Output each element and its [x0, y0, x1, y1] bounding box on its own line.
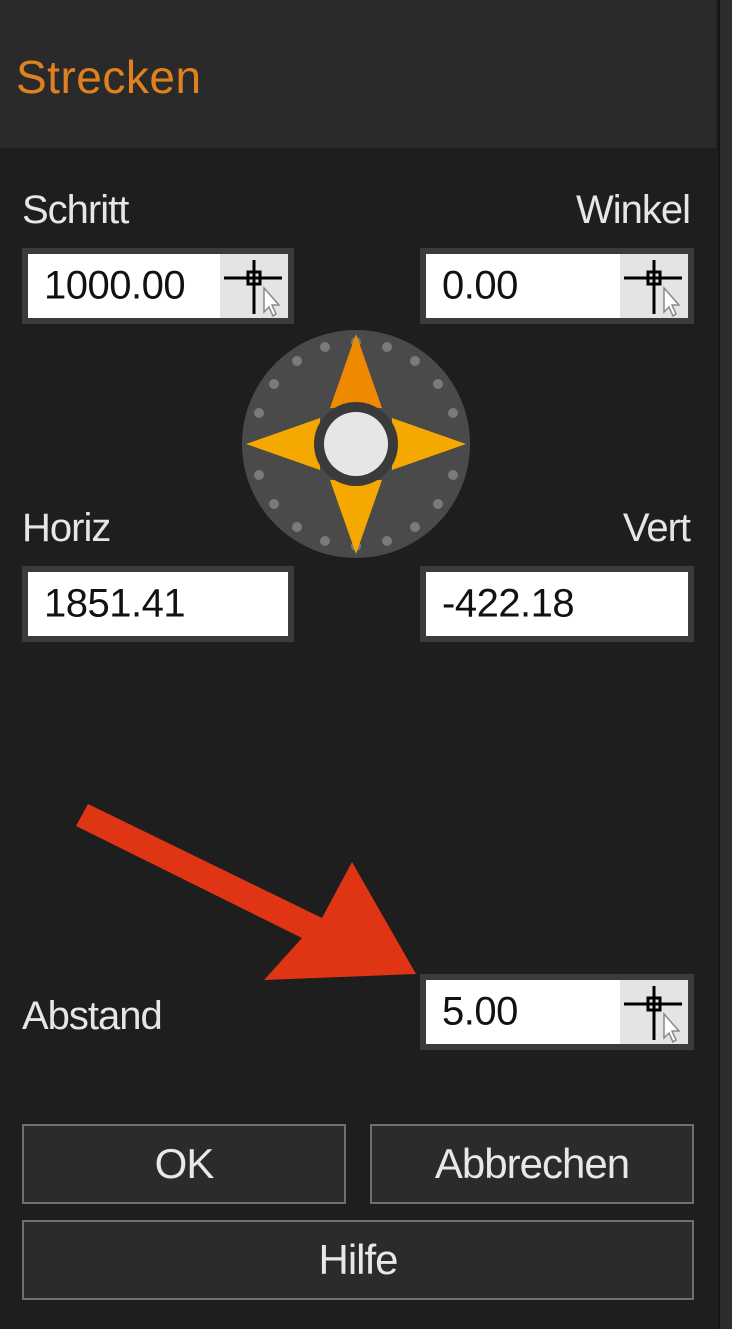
ok-button-label: OK [154, 1140, 215, 1187]
vert-value[interactable]: -422.18 [442, 582, 575, 627]
horiz-field[interactable]: 1851.41 [22, 566, 294, 642]
vert-field[interactable]: -422.18 [420, 566, 694, 642]
cancel-button-label: Abbrechen [434, 1140, 630, 1187]
crosshair-cursor-icon[interactable] [620, 254, 688, 318]
horiz-label: Horiz [22, 506, 111, 550]
abstand-label: Abstand [22, 994, 163, 1038]
help-button-label: Hilfe [318, 1236, 398, 1283]
winkel-label: Winkel [575, 188, 691, 232]
schritt-value[interactable]: 1000.00 [44, 264, 186, 309]
red-arrow-icon [70, 798, 430, 993]
cancel-button[interactable]: Abbrechen [370, 1124, 694, 1204]
ok-button[interactable]: OK [22, 1124, 346, 1204]
schritt-field[interactable]: 1000.00 [22, 248, 294, 324]
vert-label: Vert [622, 506, 691, 550]
abstand-value[interactable]: 5.00 [442, 990, 518, 1035]
title-bar: Strecken [0, 0, 716, 148]
window-border [718, 0, 732, 1329]
horiz-value[interactable]: 1851.41 [44, 582, 186, 627]
abstand-field[interactable]: 5.00 [420, 974, 694, 1050]
dialog-title: Strecken [16, 51, 202, 103]
crosshair-cursor-icon[interactable] [620, 980, 688, 1044]
winkel-value[interactable]: 0.00 [442, 264, 518, 309]
direction-compass-icon[interactable] [240, 328, 472, 565]
winkel-field[interactable]: 0.00 [420, 248, 694, 324]
crosshair-cursor-icon[interactable] [220, 254, 288, 318]
schritt-label: Schritt [22, 188, 129, 232]
help-button[interactable]: Hilfe [22, 1220, 694, 1300]
